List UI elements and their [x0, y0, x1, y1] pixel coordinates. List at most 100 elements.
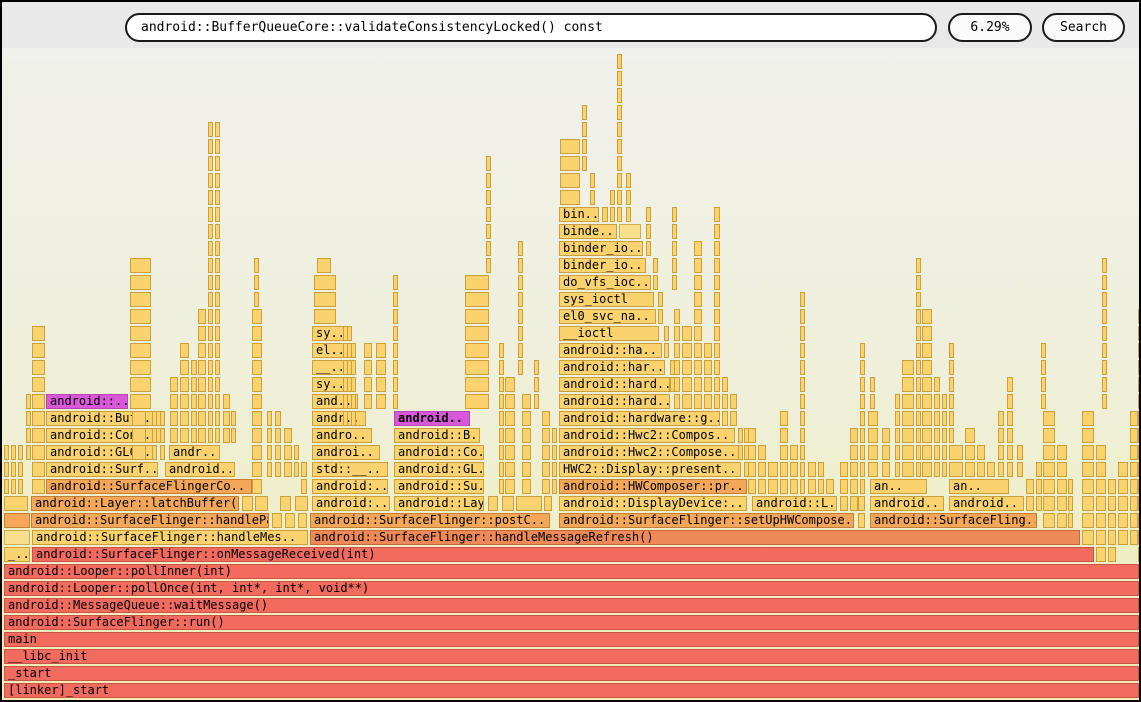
- flame-frame[interactable]: [502, 496, 514, 511]
- flame-frame[interactable]: [916, 309, 921, 324]
- flame-frame[interactable]: [522, 479, 531, 494]
- flame-frame[interactable]: [1102, 309, 1107, 324]
- flame-frame[interactable]: [1082, 479, 1094, 494]
- flame-frame[interactable]: [674, 360, 680, 375]
- flame-frame[interactable]: [505, 479, 515, 494]
- flame-frame[interactable]: android::..: [46, 394, 128, 409]
- flame-frame[interactable]: [1130, 513, 1138, 528]
- flame-frame[interactable]: [560, 156, 580, 171]
- flame-frame[interactable]: [1043, 411, 1055, 426]
- flame-frame[interactable]: [208, 122, 213, 137]
- flame-frame[interactable]: [505, 445, 515, 460]
- flame-frame[interactable]: [582, 122, 587, 137]
- flame-frame[interactable]: [465, 292, 489, 307]
- flame-frame[interactable]: [215, 377, 220, 392]
- flame-frame[interactable]: [267, 445, 272, 460]
- flame-frame[interactable]: [252, 411, 262, 426]
- flame-frame[interactable]: [1108, 547, 1116, 562]
- flame-frame[interactable]: [215, 224, 220, 239]
- flame-frame[interactable]: android::GL..: [394, 462, 484, 477]
- flame-frame[interactable]: [542, 462, 550, 477]
- flame-frame[interactable]: [465, 394, 489, 409]
- flame-frame[interactable]: [130, 377, 151, 392]
- flame-frame[interactable]: [351, 377, 356, 392]
- flame-frame[interactable]: [1118, 479, 1128, 494]
- flame-frame[interactable]: [902, 428, 914, 443]
- flame-frame[interactable]: [522, 394, 531, 409]
- flame-frame[interactable]: [682, 377, 692, 392]
- flame-frame[interactable]: [738, 445, 743, 460]
- flame-frame[interactable]: [364, 360, 372, 375]
- flame-frame[interactable]: [590, 173, 595, 188]
- flame-frame[interactable]: [1041, 394, 1046, 409]
- flame-frame[interactable]: [916, 360, 921, 375]
- flame-frame[interactable]: [780, 411, 788, 426]
- flame-frame[interactable]: [682, 360, 692, 375]
- flame-frame[interactable]: [4, 513, 30, 528]
- flame-frame[interactable]: [499, 445, 504, 460]
- flame-frame[interactable]: [505, 377, 515, 392]
- flame-frame[interactable]: [542, 445, 550, 460]
- flame-frame[interactable]: [4, 445, 9, 460]
- flame-frame[interactable]: [505, 394, 515, 409]
- flame-frame[interactable]: android::hard..: [559, 394, 670, 409]
- flame-frame[interactable]: [191, 377, 197, 392]
- flame-frame[interactable]: [351, 343, 356, 358]
- flame-frame[interactable]: [1007, 445, 1013, 460]
- flame-frame[interactable]: [916, 258, 921, 273]
- flame-frame[interactable]: [1096, 479, 1106, 494]
- flame-frame[interactable]: android::Looper::pollOnce(int, int*, int…: [4, 581, 1139, 596]
- flame-frame[interactable]: [152, 411, 157, 426]
- flame-frame[interactable]: [653, 258, 658, 273]
- flame-frame[interactable]: [1082, 411, 1094, 426]
- flame-frame[interactable]: [1102, 326, 1107, 341]
- flame-frame[interactable]: [934, 377, 940, 392]
- flame-frame[interactable]: [653, 275, 658, 290]
- flame-frame[interactable]: [949, 462, 963, 477]
- flame-frame[interactable]: [180, 343, 189, 358]
- flame-frame[interactable]: [180, 360, 189, 375]
- flame-frame[interactable]: [4, 496, 28, 511]
- flame-frame[interactable]: [916, 428, 921, 443]
- flame-frame[interactable]: [1017, 445, 1023, 460]
- flame-frame[interactable]: android::Layer::latchBuffer(b..: [31, 496, 239, 511]
- flame-frame[interactable]: [674, 343, 680, 358]
- flame-frame[interactable]: [1118, 530, 1128, 545]
- flame-frame[interactable]: [180, 394, 189, 409]
- flame-frame[interactable]: [32, 360, 45, 375]
- flame-frame[interactable]: [301, 479, 307, 494]
- flame-frame[interactable]: [664, 343, 669, 358]
- flame-frame[interactable]: [208, 411, 213, 426]
- flame-frame[interactable]: [730, 394, 737, 409]
- flame-frame[interactable]: [694, 292, 702, 307]
- flame-frame[interactable]: [160, 445, 165, 460]
- flame-frame[interactable]: [617, 156, 622, 171]
- flame-frame[interactable]: [714, 343, 720, 358]
- flame-frame[interactable]: [314, 292, 336, 307]
- flame-frame[interactable]: [518, 258, 523, 273]
- flame-frame[interactable]: [582, 156, 587, 171]
- flame-frame[interactable]: [658, 309, 663, 324]
- flame-frame[interactable]: [4, 462, 9, 477]
- flame-frame[interactable]: android::Hwc2::Compose..: [559, 445, 739, 460]
- flame-frame[interactable]: [942, 394, 947, 409]
- flame-frame[interactable]: [1017, 462, 1023, 477]
- flame-frame[interactable]: [314, 309, 336, 324]
- flame-frame[interactable]: [32, 428, 45, 443]
- flame-frame[interactable]: [152, 445, 157, 460]
- flame-frame[interactable]: [544, 496, 552, 511]
- flame-frame[interactable]: [1096, 530, 1106, 545]
- flame-frame[interactable]: [32, 462, 45, 477]
- flame-frame[interactable]: [1007, 428, 1013, 443]
- flame-frame[interactable]: [267, 462, 272, 477]
- flame-frame[interactable]: [895, 411, 900, 426]
- flame-frame[interactable]: [486, 173, 491, 188]
- flame-frame[interactable]: [808, 462, 816, 477]
- flame-frame[interactable]: [800, 377, 805, 392]
- flame-frame[interactable]: [672, 207, 677, 222]
- flame-frame[interactable]: [790, 479, 798, 494]
- flame-frame[interactable]: bin..: [559, 207, 599, 222]
- flame-frame[interactable]: [465, 377, 489, 392]
- flame-frame[interactable]: [486, 190, 491, 205]
- flame-frame[interactable]: [364, 343, 372, 358]
